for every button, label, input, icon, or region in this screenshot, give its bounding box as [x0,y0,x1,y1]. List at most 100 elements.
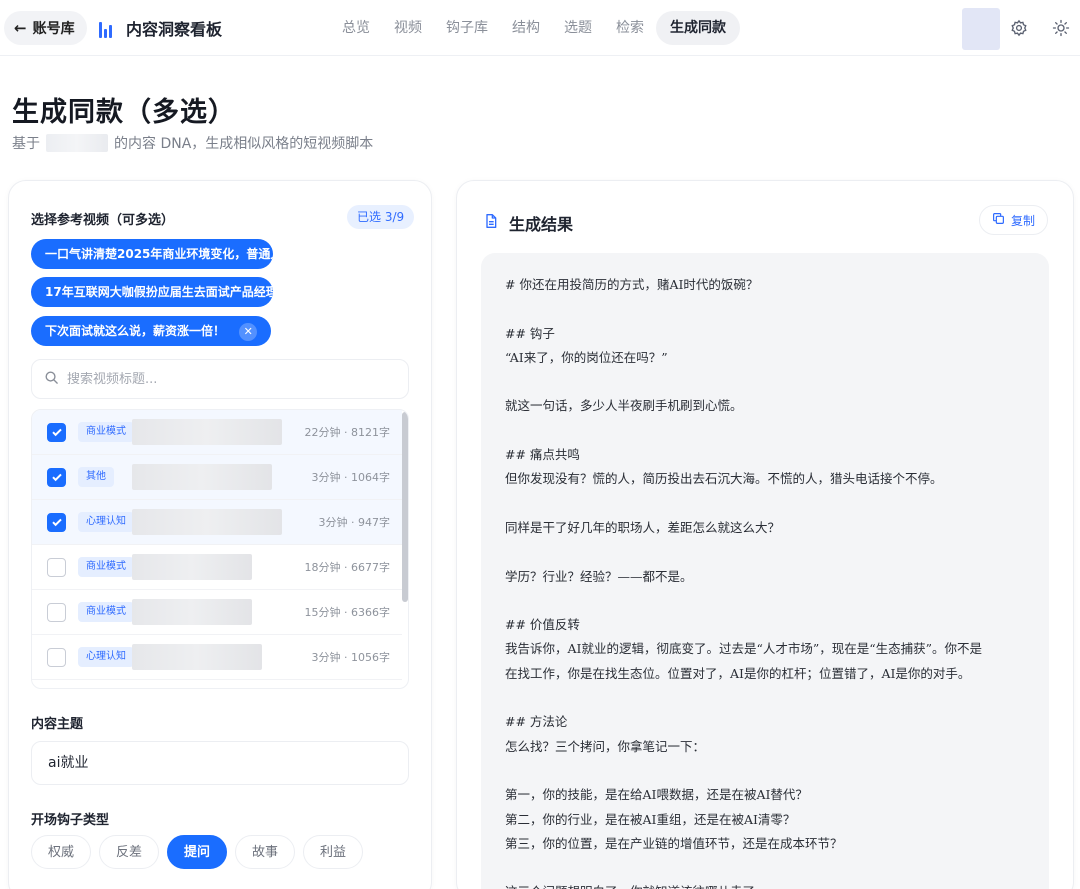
result-line: 同样是干了好几年的职场人，差距怎么就这么大？ [505,519,781,535]
video-meta: 15分钟 · 6366字 [304,606,391,619]
video-title-redacted [132,509,282,535]
hook-option-authority[interactable]: 权威 [31,835,92,869]
bar-chart-icon [98,18,118,38]
result-line: 我告诉你，AI就业的逻辑，彻底变了。过去是“人才市场”，现在是“生态捕获”。你不… [505,641,983,657]
result-line: 这三个问题想明白了，你就知道该往哪儿走了。 [505,880,1025,889]
nav-search[interactable]: 检索 [604,11,656,45]
video-title-redacted [132,464,272,490]
account-name-redacted [46,134,108,152]
checkbox-unchecked[interactable] [47,602,66,622]
result-line: “AI来了，你的岗位还在吗？” [505,349,668,365]
remove-chip-icon[interactable]: ✕ [239,322,258,341]
topic-input[interactable]: ai就业 [31,741,409,785]
video-meta: 3分钟 · 947字 [318,516,391,529]
video-meta: 18分钟 · 6677字 [304,561,391,574]
nav-generate-similar[interactable]: 生成同款 [656,11,740,45]
result-line [505,686,1025,710]
hook-option-benefit[interactable]: 利益 [303,835,364,869]
video-row[interactable]: 心理认知 3分钟 · 947字 [32,500,402,545]
video-row[interactable]: 商业模式 22分钟 · 8121字 [32,410,402,455]
subtitle-prefix: 基于 [12,136,40,152]
hook-option-contrast[interactable]: 反差 [99,835,160,869]
category-tag: 商业模式 [78,602,134,622]
result-line: ## 钩子 [505,325,555,341]
video-row[interactable]: 其他 3分钟 · 1064字 [32,455,402,500]
selected-chip[interactable]: 一口气讲清楚2025年商业环境变化，普通人 [31,239,273,269]
video-row[interactable]: 商业模式 15分钟 · 6366字 [32,590,402,635]
page-subtitle: 基于 的内容 DNA，生成相似风格的短视频脚本 [12,133,373,153]
result-header: 生成结果 [483,211,573,235]
result-line: 第二，你的行业，是在被AI重组，还是在被AI清零？ [505,811,796,827]
document-icon [483,213,499,233]
result-content[interactable]: # 你还在用投简历的方式，赌AI时代的饭碗？ ## 钩子 “AI来了，你的岗位还… [481,253,1049,889]
page-title: 生成同款（多选） [12,97,236,128]
selected-count-badge: 已选 3/9 [347,205,415,229]
copy-label: 复制 [1011,213,1036,228]
subtitle-suffix: 的内容 DNA，生成相似风格的短视频脚本 [114,136,374,152]
result-line: 怎么找？三个拷问，你拿笔记一下： [505,738,706,754]
back-to-accounts-button[interactable]: ← 账号库 [4,11,87,45]
result-line: 但你发现没有？慌的人，简历投出去石沉大海。不慌的人，猎头电话接个不停。 [505,471,943,487]
nav-structure[interactable]: 结构 [500,11,552,45]
checkbox-checked[interactable] [47,467,66,487]
copy-button[interactable]: 复制 [979,205,1049,235]
video-row[interactable]: 商业模式 18分钟 · 6677字 [32,545,402,590]
result-line [505,589,1025,613]
result-line: 第一，你的技能，是在给AI喂数据，还是在被AI替代？ [505,787,808,803]
topic-label: 内容主题 [31,717,84,732]
video-row[interactable]: 心理认知 3分钟 · 1056字 [32,635,402,680]
sun-icon[interactable] [1050,17,1072,39]
top-bar: ← 账号库 内容洞察看板 总览 视频 钩子库 结构 选题 检索 生成同款 [0,0,1080,56]
video-title-redacted [132,554,252,580]
result-line: ## 方法论 [505,714,568,730]
checkbox-unchecked[interactable] [47,647,66,667]
nav-hooks[interactable]: 钩子库 [434,11,500,45]
nav-videos[interactable]: 视频 [382,11,434,45]
result-line [505,856,1025,880]
select-videos-label: 选择参考视频（可多选） [31,213,175,228]
nav-overview[interactable]: 总览 [330,11,382,45]
hook-option-question[interactable]: 提问 [167,835,228,869]
result-line: 学历？行业？经验？——都不是。 [505,568,693,584]
result-line [505,540,1025,564]
category-tag: 其他 [78,467,114,487]
video-meta: 3分钟 · 1064字 [311,471,391,484]
video-list: 商业模式 22分钟 · 8121字 其他 3分钟 · 1064字 心理认知 3分… [31,409,409,689]
result-line [505,370,1025,394]
selected-chip[interactable]: 17年互联网大咖假扮应届生去面试产品经理 [31,277,273,307]
video-title-redacted [132,419,282,445]
search-input[interactable] [67,371,387,387]
video-meta: 3分钟 · 1056字 [311,651,391,664]
result-line [505,419,1025,443]
result-line: 在找工作，你是在找生态位。位置对了，AI是你的杠杆；位置错了，AI是你的对手。 [505,665,971,681]
result-line: ## 痛点共鸣 [505,447,580,463]
back-button-label: 账号库 [32,21,75,37]
arrow-left-icon: ← [14,19,27,37]
video-title-redacted [132,599,252,625]
chip-label: 一口气讲清楚2025年商业环境变化，普通人 [45,247,273,261]
nav-topics[interactable]: 选题 [552,11,604,45]
result-title: 生成结果 [509,215,574,234]
copy-icon [992,212,1005,228]
checkbox-checked[interactable] [47,512,66,532]
hook-option-story[interactable]: 故事 [235,835,296,869]
checkbox-unchecked[interactable] [47,557,66,577]
avatar[interactable] [962,8,1000,50]
gear-icon[interactable] [1008,17,1030,39]
result-line: 第三，你的位置，是在产业链的增值环节，还是在成本环节？ [505,835,843,851]
video-meta: 22分钟 · 8121字 [304,426,391,439]
brand: 内容洞察看板 [98,16,222,40]
result-line [505,297,1025,321]
result-line: # 你还在用投简历的方式，赌AI时代的饭碗？ [505,277,759,292]
main-nav: 总览 视频 钩子库 结构 选题 检索 生成同款 [330,11,740,45]
search-icon [44,370,59,389]
result-line: 就这一句话，多少人半夜刷手机刷到心慌。 [505,398,743,414]
config-panel: 选择参考视频（可多选） 已选 3/9 一口气讲清楚2025年商业环境变化，普通人… [8,180,432,889]
hook-type-label: 开场钩子类型 [31,813,110,828]
checkbox-checked[interactable] [47,422,66,442]
video-title-redacted [132,644,262,670]
chip-label: 17年互联网大咖假扮应届生去面试产品经理 [45,285,273,299]
selected-chip[interactable]: 下次面试就这么说，薪资涨一倍！ ✕ [31,316,272,346]
list-scrollbar[interactable] [402,412,408,602]
category-tag: 商业模式 [78,422,134,442]
